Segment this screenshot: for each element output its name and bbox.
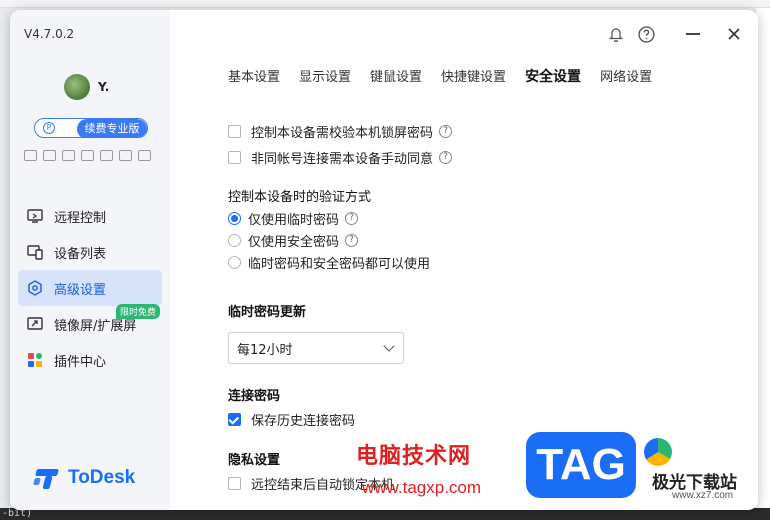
- version-label: V4.7.0.2: [24, 27, 75, 41]
- sidebar-item-label: 高级设置: [54, 282, 107, 298]
- devices-icon: [26, 243, 44, 261]
- help-icon[interactable]: ?: [345, 212, 359, 225]
- sidebar-item-label: 设备列表: [54, 246, 107, 262]
- temp-password-update-title: 临时密码更新: [228, 305, 307, 320]
- display-icon[interactable]: [43, 150, 56, 161]
- sidebar: V4.7.0.2 Y. P 续费专业版 远程控制 设备列表 高级设置 镜像屏/扩…: [10, 10, 170, 510]
- lockscreen-verify-label: 控制本设备需校验本机锁屏密码: [251, 126, 434, 141]
- bell-icon[interactable]: [608, 26, 624, 46]
- privacy-settings-title: 隐私设置: [228, 453, 281, 468]
- monitor-remote-icon: [26, 207, 44, 225]
- close-icon[interactable]: [726, 26, 742, 46]
- sidebar-item-mirror-screen[interactable]: 镜像屏/扩展屏 限时免费: [18, 304, 162, 342]
- chevron-down-icon: [383, 340, 395, 352]
- help-icon[interactable]: ?: [439, 151, 453, 164]
- hexagon-settings-icon: [26, 279, 44, 297]
- pro-p-icon: P: [43, 122, 55, 134]
- lockscreen-verify-checkbox[interactable]: [228, 125, 241, 138]
- sidebar-nav: 远程控制 设备列表 高级设置 镜像屏/扩展屏 限时免费 插件中心: [18, 198, 162, 378]
- sidebar-item-devices[interactable]: 设备列表: [18, 234, 162, 270]
- help-icon[interactable]: [638, 26, 655, 47]
- watermark: 电脑技术网 www.tagxp.com TAG 极光下载站 www.xz7.co…: [356, 430, 766, 510]
- renew-pro-button[interactable]: P 续费专业版: [34, 118, 148, 138]
- android-icon[interactable]: [100, 150, 113, 161]
- settings-tabs: 基本设置 显示设置 键鼠设置 快捷键设置 安全设置 网络设置: [228, 66, 671, 86]
- sidebar-item-advanced[interactable]: 高级设置: [18, 270, 162, 306]
- limited-free-badge: 限时免费: [115, 304, 160, 319]
- username[interactable]: Y.: [98, 80, 109, 94]
- plugin-icon: [26, 351, 44, 369]
- radio-label: 临时密码和安全密码都可以使用: [248, 257, 431, 272]
- tab-display[interactable]: 显示设置: [299, 66, 351, 86]
- tab-security[interactable]: 安全设置: [525, 66, 581, 86]
- renew-pro-label: 续费专业版: [77, 119, 147, 137]
- screen-icon[interactable]: [62, 150, 75, 161]
- todesk-logo-mark: [33, 466, 62, 490]
- radio-secure-password[interactable]: [228, 234, 241, 247]
- sidebar-item-plugins[interactable]: 插件中心: [18, 342, 162, 378]
- watermark-tag-logo: TAG: [526, 432, 636, 498]
- connection-password-title: 连接密码: [228, 389, 281, 404]
- mirror-screen-icon: [26, 315, 44, 333]
- todesk-logo-text: ToDesk: [68, 467, 136, 488]
- manual-confirm-checkbox[interactable]: [228, 151, 241, 164]
- verify-option-secure[interactable]: 仅使用安全密码 ?: [228, 231, 359, 250]
- tab-basic[interactable]: 基本设置: [228, 66, 280, 86]
- temp-password-interval-select[interactable]: 每12小时: [228, 332, 404, 364]
- radio-label: 仅使用临时密码: [248, 213, 340, 228]
- more-icon[interactable]: [138, 150, 151, 161]
- feature-icons-row: [24, 150, 151, 161]
- tab-network[interactable]: 网络设置: [600, 66, 652, 86]
- desktop-top-strip: [0, 0, 770, 8]
- help-icon[interactable]: ?: [345, 234, 359, 247]
- auto-lock-checkbox[interactable]: [228, 477, 241, 490]
- verify-method-title: 控制本设备时的验证方式: [228, 190, 372, 205]
- save-history-label: 保存历史连接密码: [251, 414, 356, 429]
- help-icon[interactable]: ?: [439, 125, 453, 138]
- manual-confirm-label: 非同帐号连接需本设备手动同意: [251, 152, 434, 167]
- radio-temp-password[interactable]: [228, 212, 241, 225]
- hexagon-icon[interactable]: [119, 150, 132, 161]
- minimize-icon[interactable]: [686, 33, 700, 35]
- jiguang-logo-icon: [644, 438, 672, 466]
- todesk-logo: ToDesk: [33, 466, 136, 490]
- gamepad-icon[interactable]: [24, 150, 37, 161]
- avatar[interactable]: [64, 74, 90, 100]
- radio-both-passwords[interactable]: [228, 256, 241, 269]
- verify-option-temp[interactable]: 仅使用临时密码 ?: [228, 209, 359, 228]
- tab-shortcuts[interactable]: 快捷键设置: [441, 66, 506, 86]
- manual-confirm-row[interactable]: 非同帐号连接需本设备手动同意 ?: [228, 148, 453, 167]
- radio-label: 仅使用安全密码: [248, 235, 340, 250]
- save-history-checkbox[interactable]: [228, 413, 241, 426]
- select-value: 每12小时: [237, 342, 293, 358]
- watermark-jg-url: www.xz7.com: [672, 490, 734, 501]
- tablet-icon[interactable]: [81, 150, 94, 161]
- tab-keyboard-mouse[interactable]: 键鼠设置: [370, 66, 422, 86]
- save-history-row[interactable]: 保存历史连接密码: [228, 410, 355, 429]
- watermark-cn-text: 电脑技术网: [356, 444, 472, 469]
- watermark-url: www.tagxp.com: [362, 478, 482, 497]
- sidebar-item-remote-control[interactable]: 远程控制: [18, 198, 162, 234]
- sidebar-item-label: 插件中心: [54, 354, 107, 370]
- sidebar-item-label: 远程控制: [54, 210, 107, 226]
- lockscreen-verify-row[interactable]: 控制本设备需校验本机锁屏密码 ?: [228, 122, 453, 141]
- verify-option-both[interactable]: 临时密码和安全密码都可以使用: [228, 253, 430, 272]
